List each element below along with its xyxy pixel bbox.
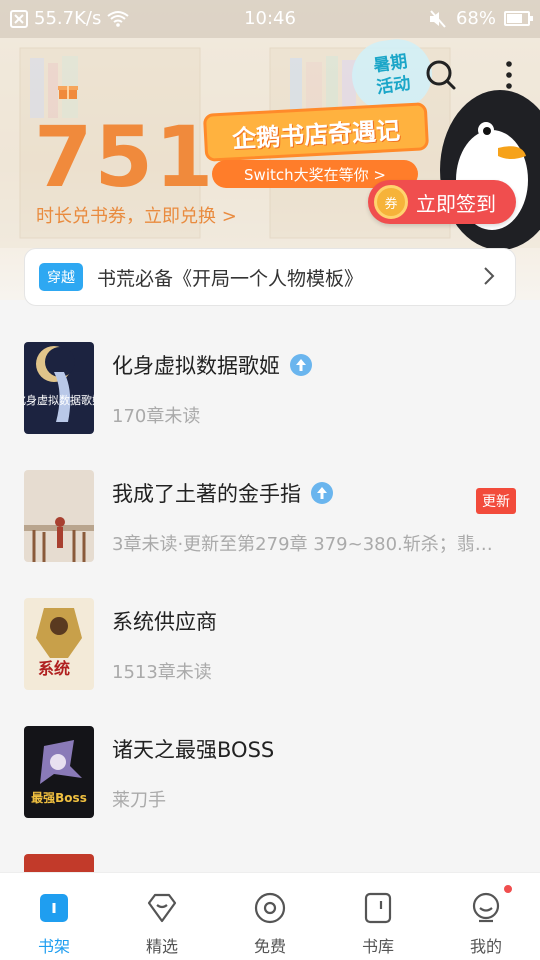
unread-count: 1513章未读 xyxy=(112,662,212,683)
nav-label-bookshelf: 书架 xyxy=(37,937,70,956)
diamond-icon xyxy=(147,893,177,923)
book-cover[interactable]: 化身虚拟数据歌姬 xyxy=(24,342,94,434)
cover-title: 系统 xyxy=(38,659,70,678)
book-title: 诸天之最强BOSS xyxy=(112,738,275,762)
update-info: 3章未读·更新至第279章 379~380.斩杀；翡… xyxy=(112,534,493,555)
battery-percent: 68% xyxy=(455,8,496,29)
recommendation-card[interactable]: 穿越 书荒必备《开局一个人物模板》 xyxy=(24,248,516,306)
battery-icon xyxy=(504,11,533,26)
cover-title-line1: 化身虚拟数据歌姬 xyxy=(24,393,94,407)
chevron-right-icon xyxy=(484,267,495,285)
nav-label-library: 书库 xyxy=(361,937,394,956)
sign-in-label: 立即签到 xyxy=(416,191,496,216)
mute-icon xyxy=(429,9,446,28)
book-title: 我成了土著的金手指 xyxy=(112,482,301,506)
sign-in-button[interactable]: 券 立即签到 xyxy=(368,180,516,224)
nav-free[interactable]: 免费 xyxy=(216,873,324,960)
cover-title: 最强Boss xyxy=(31,791,87,805)
nav-featured[interactable]: 精选 xyxy=(108,873,216,960)
update-badge: 更新 xyxy=(476,488,516,514)
promo-line-2: 活动 xyxy=(375,73,412,99)
bottom-navigation: 书架 精选 免费 书库 我的 xyxy=(0,872,540,960)
book-item[interactable]: 我成了土著的金手指 更新 3章未读·更新至第279章 379~380.斩杀；翡… xyxy=(0,448,540,576)
book-title: 系统供应商 xyxy=(112,610,217,634)
coupon-icon: 券 xyxy=(374,185,408,219)
nav-profile[interactable]: 我的 xyxy=(432,873,540,960)
nav-bookshelf[interactable]: 书架 xyxy=(0,873,108,960)
up-arrow-icon xyxy=(311,482,333,504)
book-cover[interactable]: 最强Boss xyxy=(24,726,94,818)
nav-label-free: 免费 xyxy=(253,937,286,956)
bookshelf-icon xyxy=(40,894,68,922)
book-item[interactable]: 化身虚拟数据歌姬 化身虚拟数据歌姬 170章未读 xyxy=(0,320,540,448)
nav-library[interactable]: 书库 xyxy=(324,873,432,960)
nav-label-profile: 我的 xyxy=(469,937,502,956)
book-cover[interactable]: 系统 xyxy=(24,598,94,690)
bookshelf-list: 化身虚拟数据歌姬 化身虚拟数据歌姬 170章未读 我成了土著的金手指 更新 xyxy=(0,320,540,960)
exchange-link[interactable]: 时长兑书券，立即兑换 > xyxy=(36,202,237,228)
book-title: 化身虚拟数据歌姬 xyxy=(112,354,280,378)
book-author: 莱刀手 xyxy=(112,790,166,811)
genre-tag: 穿越 xyxy=(39,263,83,291)
up-arrow-icon xyxy=(290,354,312,376)
reading-points: 751 xyxy=(34,108,216,206)
book-cover[interactable] xyxy=(24,470,94,562)
book-item[interactable]: 最强Boss 诸天之最强BOSS 莱刀手 xyxy=(0,704,540,832)
gift-icon xyxy=(58,86,78,99)
notification-dot xyxy=(502,883,514,895)
library-icon xyxy=(364,892,392,924)
book-item[interactable]: 系统 系统供应商 1513章未读 xyxy=(0,576,540,704)
recommendation-text: 书荒必备《开局一个人物模板》 xyxy=(97,267,364,290)
profile-icon xyxy=(472,892,500,923)
unread-count: 170章未读 xyxy=(112,406,201,427)
coin-icon xyxy=(254,892,286,924)
nav-label-featured: 精选 xyxy=(145,937,178,956)
status-bar: 55.7K/s 10:46 68% xyxy=(0,0,540,38)
